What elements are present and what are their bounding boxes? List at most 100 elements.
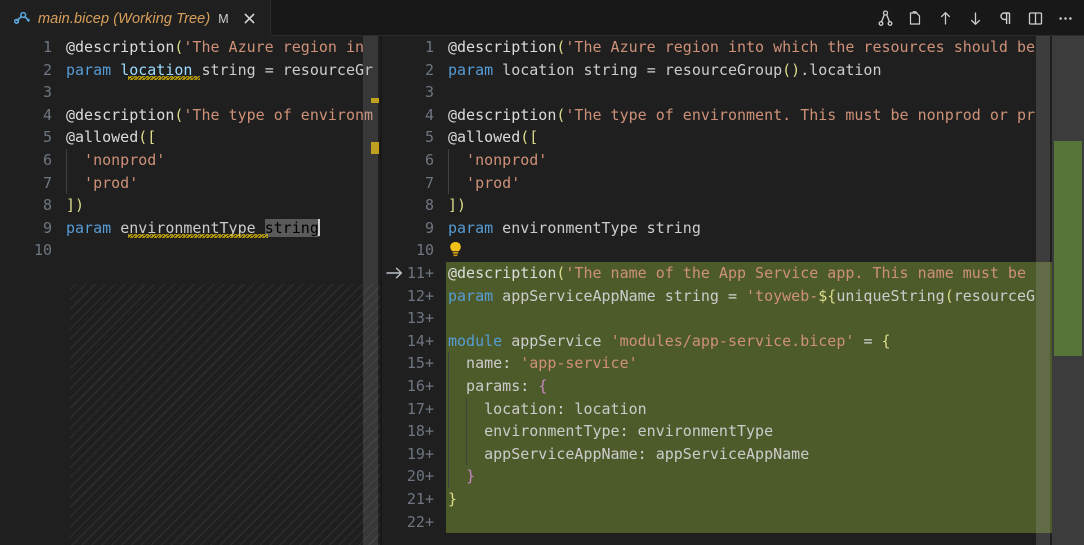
diff-pane-modified[interactable]: 1 @description('The Azure region into whi… bbox=[382, 36, 1084, 545]
overview-ruler-modified[interactable] bbox=[1052, 36, 1084, 545]
code-text[interactable]: param location string = resourceGroup().… bbox=[448, 59, 882, 82]
code-line[interactable]: 9 param environmentType string bbox=[382, 217, 1084, 240]
code-text[interactable]: @description('The type of environment. T… bbox=[448, 104, 1035, 127]
code-text[interactable]: location: location bbox=[448, 398, 647, 421]
code-text[interactable]: ]) bbox=[66, 194, 84, 217]
code-line[interactable]: 18+ environmentType: environmentType bbox=[382, 420, 1084, 443]
code-line[interactable]: 5 @allowed([ bbox=[0, 126, 380, 149]
line-number: 9 bbox=[424, 218, 434, 237]
code-text[interactable]: environmentType: environmentType bbox=[448, 420, 773, 443]
line-number: 7 bbox=[42, 173, 52, 192]
code-line[interactable]: 13+ bbox=[382, 307, 1084, 330]
split-editor-icon[interactable] bbox=[1020, 3, 1050, 33]
previous-change-icon[interactable] bbox=[930, 3, 960, 33]
code-token: = bbox=[264, 60, 274, 79]
code-line[interactable]: 16+ params: { bbox=[382, 375, 1084, 398]
compare-changes-icon[interactable] bbox=[870, 3, 900, 33]
code-token: 'modules/app-service.bicep' bbox=[610, 331, 855, 350]
code-line[interactable]: 10 bbox=[382, 239, 1084, 262]
code-text[interactable]: ]) bbox=[448, 194, 466, 217]
code-token: { bbox=[538, 377, 548, 395]
code-line[interactable]: 10 bbox=[0, 239, 380, 262]
code-text[interactable]: @allowed([ bbox=[448, 126, 538, 149]
code-token: param bbox=[66, 218, 112, 237]
code-line[interactable]: 7 'prod' bbox=[0, 172, 380, 195]
scrollbar-vertical-original[interactable] bbox=[363, 36, 378, 545]
code-text[interactable]: } bbox=[448, 488, 457, 511]
more-actions-icon[interactable] bbox=[1050, 3, 1080, 33]
code-line[interactable]: 14+ module appService 'modules/app-servic… bbox=[382, 329, 1084, 353]
code-token: appServiceAppName bbox=[448, 444, 638, 463]
code-token: location string bbox=[493, 60, 647, 79]
code-line[interactable]: 19+ appServiceAppName: appServiceAppName bbox=[382, 442, 1084, 466]
code-text[interactable]: params: { bbox=[448, 375, 547, 398]
code-text[interactable]: 'nonprod' bbox=[66, 149, 165, 172]
code-token: appServiceAppName bbox=[646, 444, 810, 463]
line-number: 3 bbox=[42, 83, 52, 102]
code-text[interactable]: 'prod' bbox=[448, 172, 520, 195]
line-number: 18+ bbox=[406, 422, 434, 441]
whitespace-pilcrow-icon[interactable] bbox=[990, 3, 1020, 33]
scrollbar-vertical-modified[interactable] bbox=[1036, 36, 1050, 545]
code-line[interactable]: 5 @allowed([ bbox=[382, 126, 1084, 149]
lightbulb-code-action-icon[interactable] bbox=[448, 241, 465, 259]
code-token: module bbox=[448, 331, 503, 350]
code-line[interactable]: 3 bbox=[382, 81, 1084, 104]
code-text[interactable]: module appService 'modules/app-service.b… bbox=[448, 330, 891, 353]
code-text[interactable]: } bbox=[448, 465, 475, 488]
code-line[interactable]: 7 'prod' bbox=[382, 172, 1084, 195]
code-text[interactable]: @description('The name of the App Servic… bbox=[448, 262, 1026, 285]
diff-pane-original[interactable]: 1 @description('The Azure region in 2 param… bbox=[0, 36, 380, 545]
code-text[interactable]: @description('The Azure region into whic… bbox=[448, 36, 1035, 59]
code-line[interactable]: 1 @description('The Azure region into whi… bbox=[382, 36, 1084, 59]
code-line[interactable]: 1 @description('The Azure region in bbox=[0, 36, 380, 59]
code-line[interactable]: 4 @description('The type of environment. … bbox=[382, 104, 1084, 127]
code-line[interactable]: 15+ name: 'app-service' bbox=[382, 352, 1084, 375]
code-text[interactable]: name: 'app-service' bbox=[448, 352, 638, 375]
code-line[interactable]: 21+} bbox=[382, 488, 1084, 511]
code-token: environmentType bbox=[448, 422, 620, 441]
code-line[interactable]: 11+ @description('The name of the App Ser… bbox=[382, 262, 1084, 285]
code-token: ${ bbox=[818, 286, 837, 305]
code-line[interactable]: 6 'nonprod' bbox=[0, 149, 380, 172]
error-squiggly-underline bbox=[128, 233, 268, 238]
code-token: resourceGroup bbox=[655, 60, 783, 79]
code-text[interactable]: appServiceAppName: appServiceAppName bbox=[448, 443, 809, 466]
code-line[interactable]: 20+ } bbox=[382, 465, 1084, 488]
code-line[interactable]: 22+ bbox=[382, 510, 1084, 534]
diff-added-background bbox=[446, 510, 1084, 534]
code-line[interactable]: 6 'nonprod' bbox=[382, 149, 1084, 172]
open-file-icon[interactable] bbox=[900, 3, 930, 33]
code-text[interactable]: param appServiceAppName string = 'toyweb… bbox=[448, 285, 1035, 308]
code-token: @description bbox=[448, 105, 557, 124]
next-change-icon[interactable] bbox=[960, 3, 990, 33]
code-line[interactable]: 8]) bbox=[0, 194, 380, 217]
code-text[interactable]: @allowed([ bbox=[66, 126, 156, 149]
code-token: 'toyweb- bbox=[746, 286, 819, 305]
overview-ruler-added-marker bbox=[1054, 141, 1082, 356]
code-token: ([ bbox=[138, 128, 157, 147]
code-text[interactable]: 'prod' bbox=[66, 172, 138, 195]
diff-empty-region-stripes bbox=[70, 284, 380, 545]
code-token: 'The name of the App Service app. This n… bbox=[565, 264, 1026, 282]
code-text[interactable]: @description('The Azure region in bbox=[66, 36, 364, 59]
code-text[interactable]: param environmentType string bbox=[448, 217, 701, 240]
code-text[interactable]: param location string = resourceGr bbox=[66, 59, 373, 82]
code-line[interactable]: 8]) bbox=[382, 194, 1084, 217]
code-token: param bbox=[66, 60, 112, 79]
indent-guide bbox=[448, 420, 449, 443]
code-line[interactable]: 4 @description('The type of environm bbox=[0, 104, 380, 127]
code-line[interactable]: 12+ param appServiceAppName string = 'toy… bbox=[382, 284, 1084, 308]
code-line[interactable]: 17+ location: location bbox=[382, 397, 1084, 421]
code-text[interactable]: 'nonprod' bbox=[448, 149, 547, 172]
line-number: 13+ bbox=[406, 309, 434, 328]
code-token: param bbox=[448, 218, 494, 237]
code-line[interactable]: 2 param location string = resourceGroup()… bbox=[382, 59, 1084, 82]
editor-tab-main-bicep[interactable]: main.bicep (Working Tree) M bbox=[0, 0, 271, 36]
code-token: 'nonprod' bbox=[448, 151, 548, 169]
close-icon[interactable] bbox=[240, 9, 260, 29]
code-line[interactable]: 3 bbox=[0, 81, 380, 104]
code-text[interactable]: @description('The type of environm bbox=[66, 104, 373, 127]
indent-guide bbox=[66, 171, 67, 195]
